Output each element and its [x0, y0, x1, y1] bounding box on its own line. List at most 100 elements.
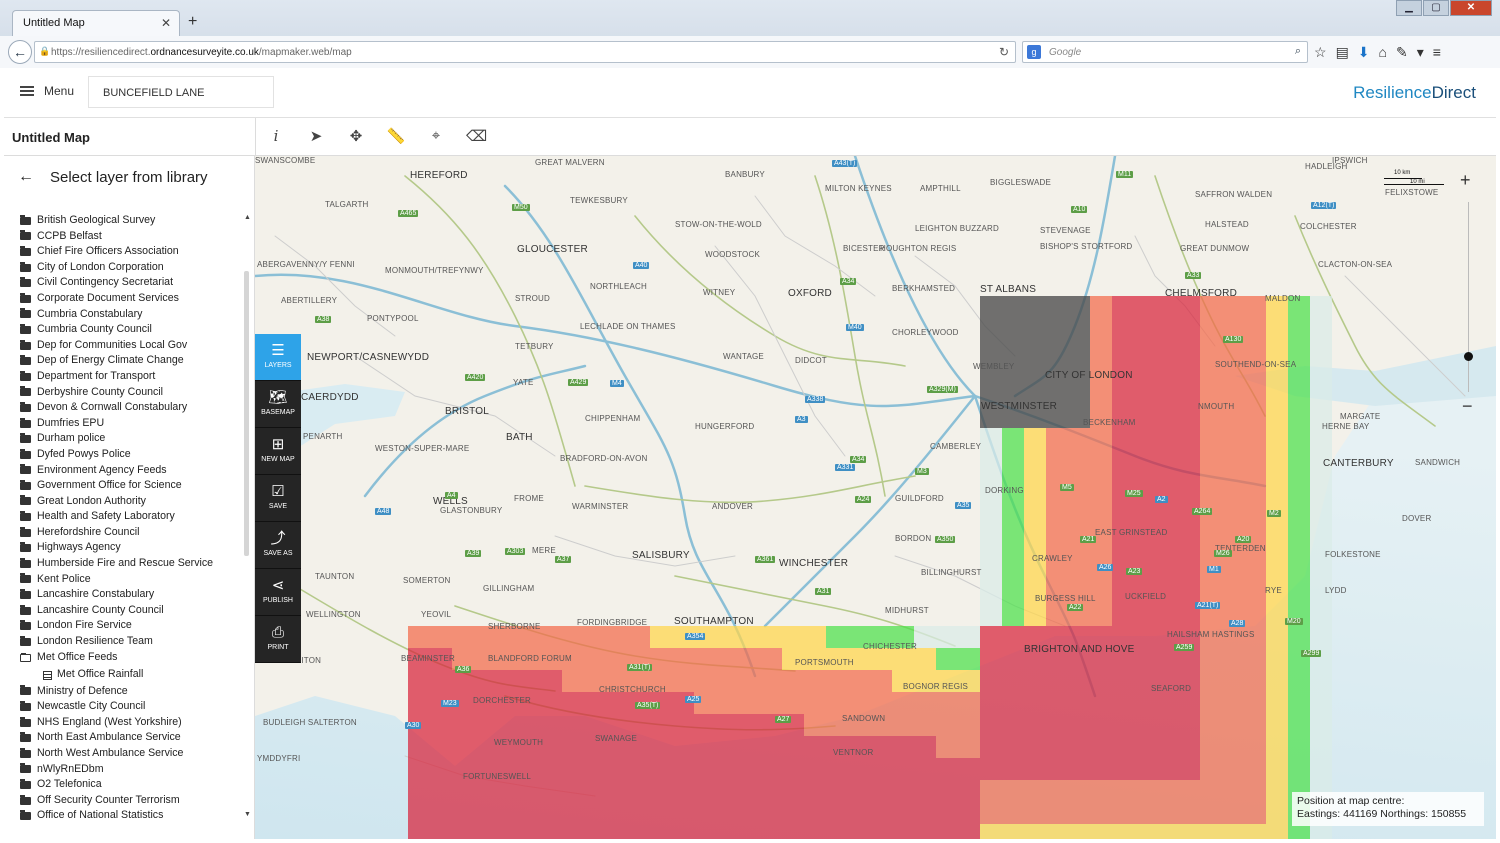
- layer-folder-item[interactable]: Environment Agency Feeds: [20, 463, 242, 479]
- heatmap-cell: [848, 824, 870, 839]
- layer-folder-item[interactable]: Devon & Cornwall Constabulary: [20, 400, 242, 416]
- heatmap-cell: [694, 736, 716, 758]
- heatmap-cell: [1156, 538, 1178, 560]
- layer-folder-item[interactable]: Department for Transport: [20, 369, 242, 385]
- heatmap-cell: [540, 714, 562, 736]
- save-button[interactable]: ☑ SAVE: [255, 475, 301, 522]
- heatmap-cell: [1178, 296, 1200, 318]
- back-arrow-icon[interactable]: ←: [8, 40, 32, 64]
- locate-target-icon[interactable]: ⌖: [426, 127, 446, 145]
- layer-label: Great London Authority: [37, 494, 146, 507]
- bookmark-star-icon[interactable]: ☆: [1314, 44, 1327, 61]
- layer-folder-item[interactable]: Herefordshire Council: [20, 525, 242, 541]
- search-icon[interactable]: ⌕: [1295, 45, 1301, 58]
- layer-folder-item[interactable]: Government Office for Science: [20, 478, 242, 494]
- reading-list-icon[interactable]: ▤: [1336, 44, 1349, 61]
- layer-folder-item[interactable]: Health and Safety Laboratory: [20, 509, 242, 525]
- layer-folder-item[interactable]: nWlyRnEDbm: [20, 762, 242, 778]
- basemap-label: BASEMAP: [261, 409, 295, 416]
- place-label: SHERBORNE: [488, 622, 541, 631]
- layer-folder-item[interactable]: Dep for Communities Local Gov: [20, 338, 242, 354]
- layer-folder-item[interactable]: CCPB Belfast: [20, 229, 242, 245]
- folder-icon: [20, 370, 31, 381]
- layer-folder-item[interactable]: Newcastle City Council: [20, 699, 242, 715]
- layer-folder-item[interactable]: O2 Telefonica: [20, 777, 242, 793]
- window-close-icon[interactable]: ✕: [1450, 0, 1492, 16]
- layer-folder-item[interactable]: London Fire Service: [20, 618, 242, 634]
- measure-ruler-icon[interactable]: 📏: [386, 127, 406, 145]
- layer-folder-item[interactable]: Cumbria Constabulary: [20, 307, 242, 323]
- layer-folder-item[interactable]: Derbyshire County Council: [20, 385, 242, 401]
- new-map-label: NEW MAP: [261, 456, 295, 463]
- layer-folder-item[interactable]: Humberside Fire and Rescue Service: [20, 556, 242, 572]
- print-button[interactable]: ⎙ PRINT: [255, 616, 301, 663]
- scroll-down-icon[interactable]: ▼: [244, 811, 251, 818]
- layer-folder-item[interactable]: Dyfed Powys Police: [20, 447, 242, 463]
- layer-folder-item[interactable]: London Resilience Team: [20, 634, 242, 650]
- heatmap-cell: [1002, 296, 1024, 318]
- layer-grid-icon: [43, 670, 52, 680]
- layer-folder-item[interactable]: NHS England (West Yorkshire): [20, 715, 242, 731]
- download-icon[interactable]: ⬇: [1358, 44, 1370, 61]
- layer-folder-item[interactable]: City of London Corporation: [20, 260, 242, 276]
- layer-folder-item[interactable]: Met Office Feeds: [20, 650, 242, 667]
- basemap-button[interactable]: 🗺 BASEMAP: [255, 381, 301, 428]
- layer-folder-item[interactable]: Durham police: [20, 431, 242, 447]
- select-pointer-icon[interactable]: ➤: [306, 127, 326, 145]
- zoom-out-icon[interactable]: −: [1462, 396, 1473, 417]
- extension-icon[interactable]: ✎: [1396, 44, 1408, 61]
- pan-icon[interactable]: ✥: [346, 127, 366, 145]
- dropdown-icon[interactable]: ▾: [1417, 44, 1424, 61]
- layer-folder-item[interactable]: British Geological Survey: [20, 213, 242, 229]
- layer-folder-item[interactable]: Civil Contingency Secretariat: [20, 275, 242, 291]
- new-map-button[interactable]: ⊞ NEW MAP: [255, 428, 301, 475]
- map-canvas[interactable]: HEREFORD GREAT MALVERN BANBURY MILTON KEYNE…: [255, 156, 1496, 839]
- heatmap-cell: [1178, 340, 1200, 362]
- browser-menu-icon[interactable]: ≡: [1433, 44, 1441, 61]
- menu-button[interactable]: Menu: [20, 84, 74, 98]
- layer-folder-item[interactable]: Great London Authority: [20, 494, 242, 510]
- zoom-slider-handle[interactable]: [1464, 352, 1473, 361]
- heatmap-cell: [870, 758, 892, 780]
- heatmap-cell: [1310, 428, 1332, 450]
- layer-folder-item[interactable]: Office of National Statistics: [20, 808, 242, 824]
- layer-folder-item[interactable]: Cumbria County Council: [20, 322, 242, 338]
- layer-folder-item[interactable]: Met Office Rainfall: [20, 667, 242, 684]
- layer-folder-item[interactable]: Chief Fire Officers Association: [20, 244, 242, 260]
- browser-tab[interactable]: Untitled Map ✕: [12, 10, 180, 36]
- zoom-in-icon[interactable]: +: [1460, 170, 1471, 191]
- info-icon[interactable]: i: [266, 127, 286, 145]
- maximize-icon[interactable]: ▢: [1423, 0, 1449, 16]
- new-tab-icon[interactable]: +: [188, 13, 197, 31]
- sidebar-scrollbar[interactable]: [244, 271, 249, 556]
- location-search-input[interactable]: BUNCEFIELD LANE: [88, 76, 274, 108]
- layer-folder-item[interactable]: Lancashire Constabulary: [20, 587, 242, 603]
- heatmap-cell: [1310, 670, 1332, 692]
- zoom-slider-track[interactable]: [1468, 202, 1469, 392]
- minimize-icon[interactable]: ▁: [1396, 0, 1422, 16]
- layer-folder-item[interactable]: Highways Agency: [20, 540, 242, 556]
- home-icon[interactable]: ⌂: [1379, 44, 1387, 61]
- clear-icon[interactable]: ⌫: [466, 127, 487, 145]
- layer-folder-item[interactable]: Lancashire County Council: [20, 603, 242, 619]
- layers-button[interactable]: ☰ LAYERS: [255, 334, 301, 381]
- back-arrow-icon[interactable]: ←: [18, 168, 34, 186]
- layer-folder-item[interactable]: Corporate Document Services: [20, 291, 242, 307]
- layer-folder-item[interactable]: Dumfries EPU: [20, 416, 242, 432]
- layer-folder-item[interactable]: Kent Police: [20, 572, 242, 588]
- heatmap-cell: [980, 516, 1002, 538]
- publish-button[interactable]: ⋖ PUBLISH: [255, 569, 301, 616]
- reload-icon[interactable]: ↻: [999, 45, 1009, 59]
- layer-folder-item[interactable]: Off Security Counter Terrorism: [20, 793, 242, 809]
- layer-folder-item[interactable]: Dep of Energy Climate Change: [20, 353, 242, 369]
- scroll-up-icon[interactable]: ▲: [244, 214, 251, 221]
- google-logo-icon[interactable]: g: [1027, 45, 1041, 59]
- heatmap-cell: [738, 758, 760, 780]
- tab-close-icon[interactable]: ✕: [161, 16, 171, 30]
- address-bar[interactable]: 🔒 https://resiliencedirect.ordnancesurve…: [34, 41, 1016, 63]
- layer-folder-item[interactable]: North West Ambulance Service: [20, 746, 242, 762]
- layer-folder-item[interactable]: Ministry of Defence: [20, 684, 242, 700]
- browser-search-input[interactable]: g Google ⌕: [1022, 41, 1308, 63]
- save-as-button[interactable]: ⤴ SAVE AS: [255, 522, 301, 569]
- layer-folder-item[interactable]: North East Ambulance Service: [20, 730, 242, 746]
